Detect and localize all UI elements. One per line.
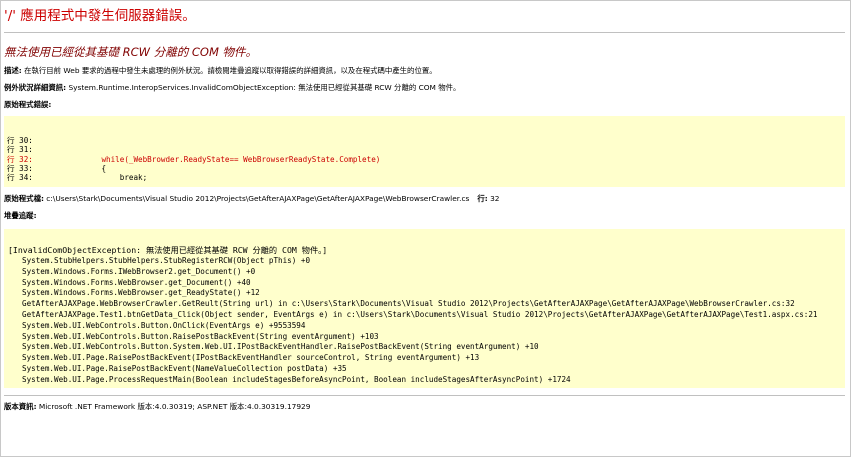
stack-line: System.Windows.Forms.WebBrowser.get_Read… [22,288,260,298]
source-line: 行 30: [7,136,38,145]
error-page: '/' 應用程式中發生伺服器錯誤。 無法使用已經從其基礎 RCW 分離的 COM… [4,6,845,412]
source-file-label: 原始程式檔: [4,194,44,203]
stack-header: [InvalidComObjectException: 無法使用已經從其基礎 R… [8,245,328,255]
version-label: 版本資訊: [4,402,37,411]
error-message: 無法使用已經從其基礎 RCW 分離的 COM 物件。 [4,45,258,59]
exception-row: 例外狀況詳細資訊: System.Runtime.InteropServices… [4,82,845,93]
stack-line: System.Windows.Forms.IWebBrowser2.get_Do… [22,266,256,276]
description-label: 描述: [4,66,22,75]
title-divider [4,32,845,33]
exception-label: 例外狀況詳細資訊: [4,83,67,92]
stack-line: System.Web.UI.WebControls.Button.RaisePo… [22,331,379,341]
source-line-error: 行 32: while(_WebBrowder.ReadyState== Web… [7,154,381,164]
stack-trace-label: 堆疊追蹤: [4,211,37,220]
stack-line: System.Web.UI.WebControls.Button.OnClick… [22,320,306,330]
stack-trace-box: [InvalidComObjectException: 無法使用已經從其基礎 R… [4,229,845,388]
line-value: 32 [487,194,500,203]
version-row: 版本資訊: Microsoft .NET Framework 版本:4.0.30… [4,401,845,412]
source-error-row: 原始程式錯誤: [4,99,845,110]
source-line: 行 31: [7,145,38,155]
source-code-box: 行 30: 行 31: 行 32: while(_WebBrowder.Read… [4,116,845,187]
description-row: 描述: 在執行目前 Web 要求的過程中發生未處理的例外狀況。請檢閱堆疊追蹤以取… [4,65,845,76]
footer-divider [4,395,845,396]
page-title: '/' 應用程式中發生伺服器錯誤。 [4,8,196,24]
stack-line: System.StubHelpers.StubHelpers.StubRegis… [22,256,311,265]
line-label: 行: [477,194,488,203]
source-file-path: c:\Users\Stark\Documents\Visual Studio 2… [43,194,470,203]
stack-line: System.Windows.Forms.WebBrowser.get_Docu… [22,277,251,287]
source-error-label: 原始程式錯誤: [4,100,52,109]
exception-text: System.Runtime.InteropServices.InvalidCo… [66,83,461,92]
stack-line: GetAfterAJAXPage.WebBrowserCrawler.GetRe… [22,299,795,309]
stack-line: System.Web.UI.Page.RaisePostBackEvent(IP… [22,353,480,363]
description-text: 在執行目前 Web 要求的過程中發生未處理的例外狀況。請檢閱堆疊追蹤以取得錯誤的… [21,66,437,75]
stack-line: System.Web.UI.Page.ProcessRequestMain(Bo… [22,374,571,384]
stack-trace-row: 堆疊追蹤: [4,210,845,221]
stack-line: System.Web.UI.Page.RaisePostBackEvent(Na… [22,363,347,373]
stack-line: System.Web.UI.WebControls.Button.System.… [22,342,539,352]
source-file-row: 原始程式檔: c:\Users\Stark\Documents\Visual S… [4,193,845,204]
source-line: 行 34: break; [7,173,148,183]
version-text: Microsoft .NET Framework 版本:4.0.30319; A… [36,402,311,411]
source-line: 行 33: { [7,163,107,173]
stack-line: GetAfterAJAXPage.Test1.btnGetData_Click(… [22,309,818,319]
